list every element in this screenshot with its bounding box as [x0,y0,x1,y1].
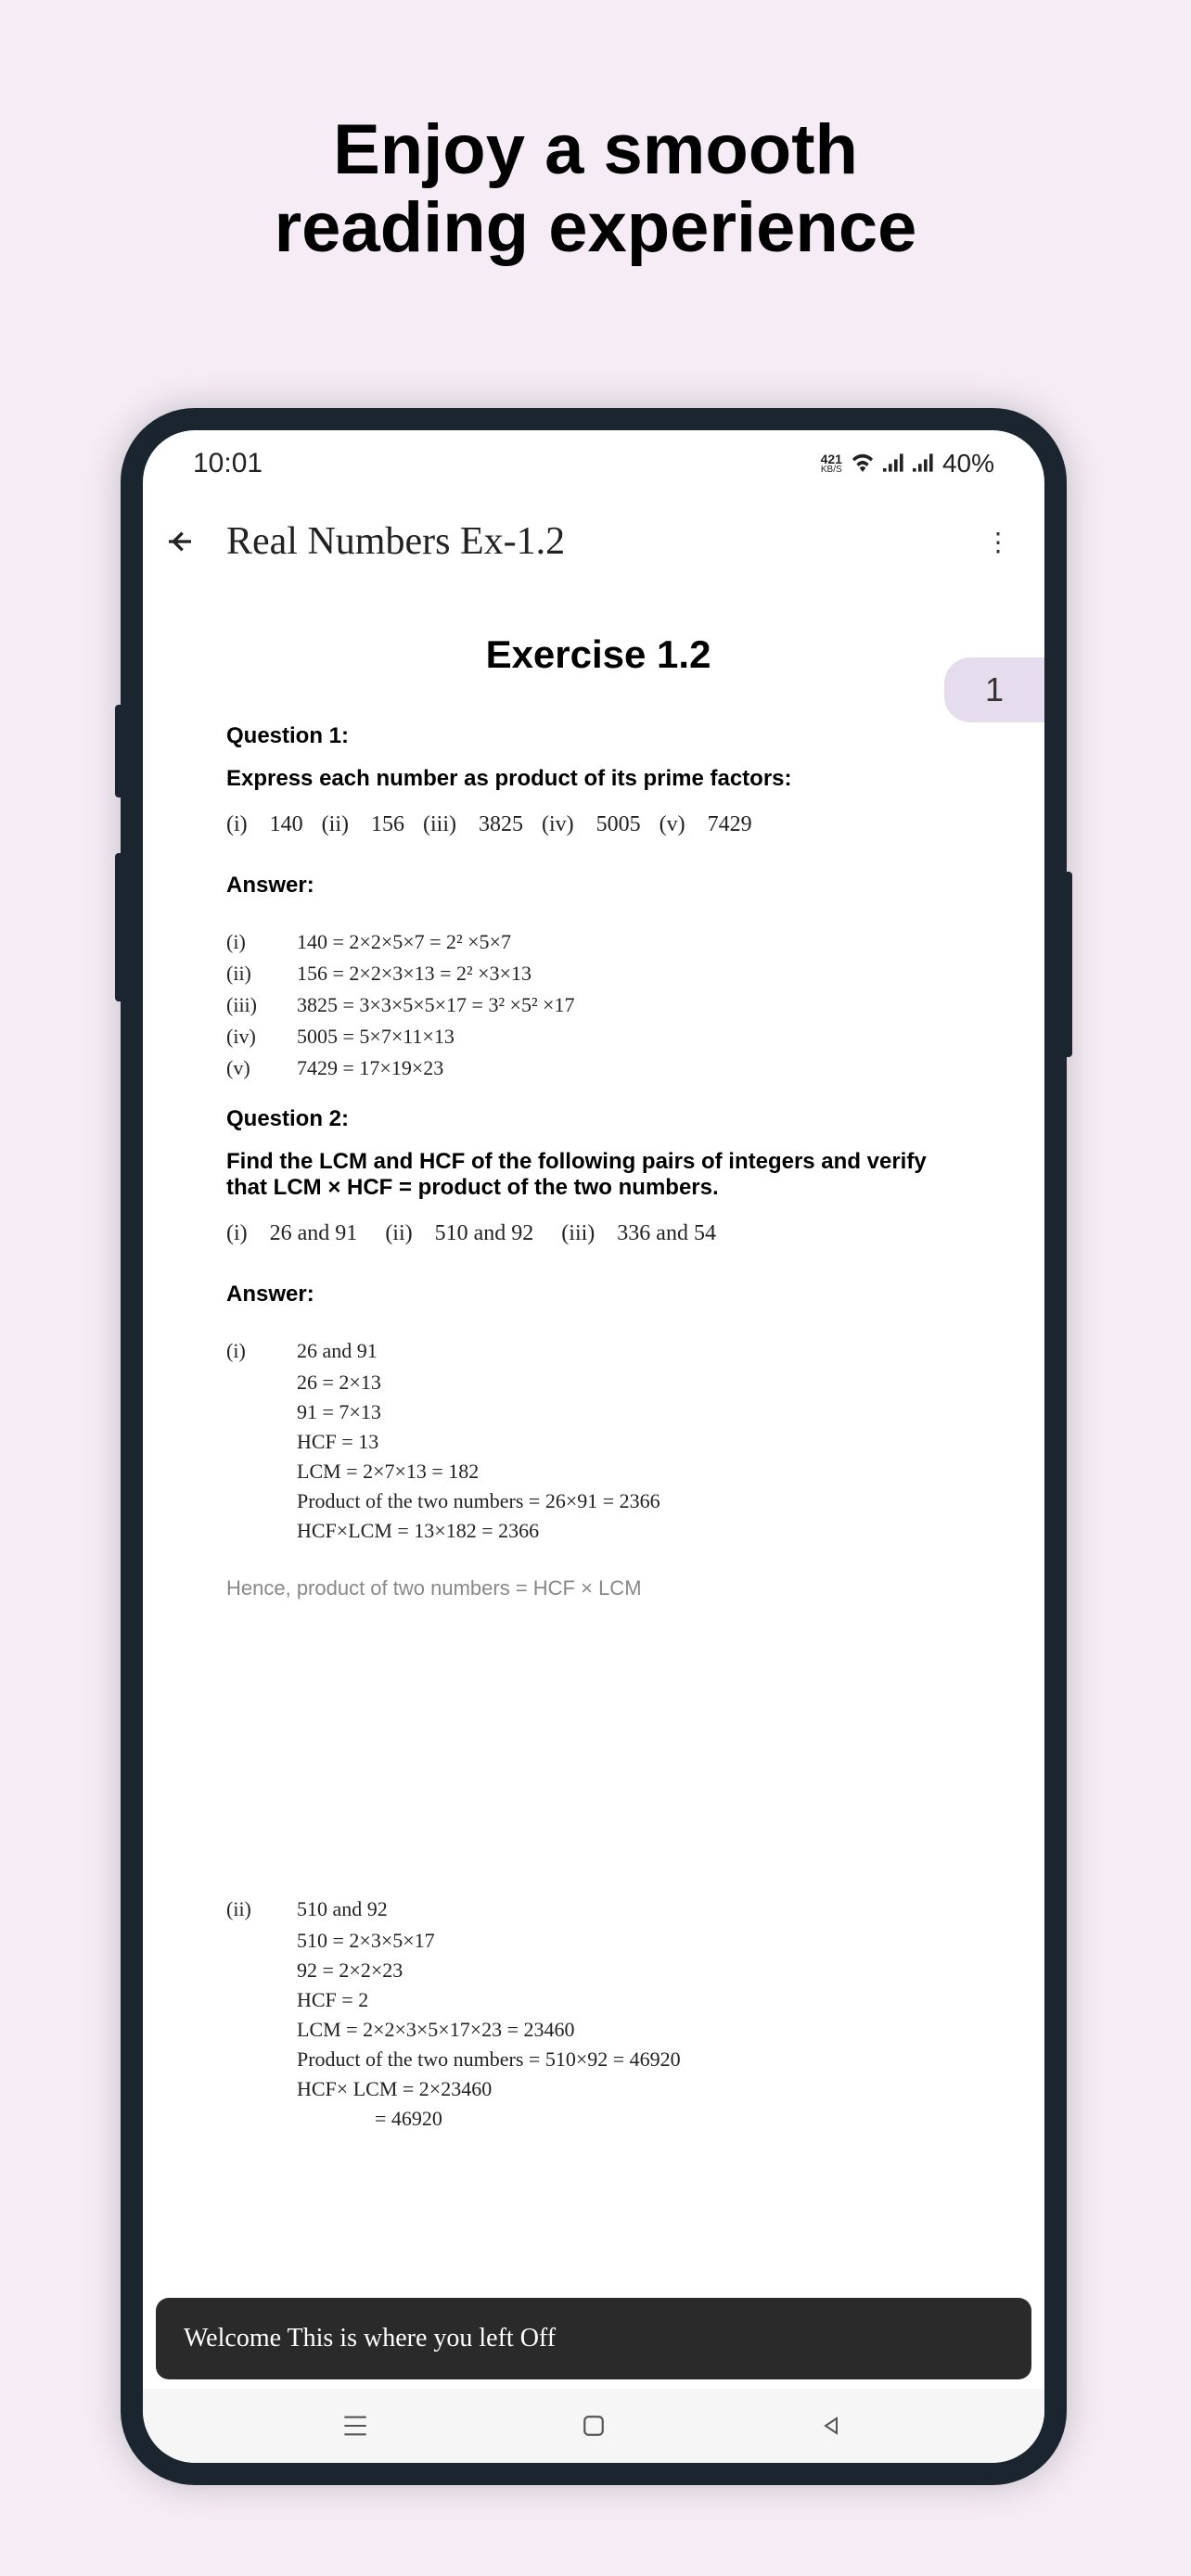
question-1-text: Express each number as product of its pr… [226,766,970,792]
question-2-items: (i)26 and 91 (ii)510 and 92 (iii)336 and… [226,1221,970,1246]
question-2-text: Find the LCM and HCF of the following pa… [226,1149,970,1201]
signal-icon [883,449,905,478]
battery-text: 40% [942,449,994,478]
phone-frame: 10:01 421 KB/S 40% [121,408,1067,2485]
answer-1-label: Answer: [226,873,970,899]
status-time: 10:01 [193,448,263,479]
hero-title: Enjoy a smooth reading experience [0,0,1191,266]
question-1-items: (i)140 (ii)156 (iii)3825 (iv)5005 (v)742… [226,812,970,837]
power-button [1065,872,1072,1057]
exercise-title: Exercise 1.2 [226,632,970,677]
verification-note: Hence, product of two numbers = HCF × LC… [226,1576,970,1600]
back-button[interactable] [161,523,198,560]
wifi-icon [850,449,876,478]
volume-button [115,853,122,1001]
toast-message: Welcome This is where you left Off [156,2298,1031,2379]
question-2-label: Question 2: [226,1106,970,1132]
more-button[interactable]: ⋮ [989,523,1026,560]
status-bar: 10:01 421 KB/S 40% [143,430,1044,497]
app-header: Real Numbers Ex-1.2 ⋮ [143,497,1044,586]
signal-icon-2 [913,449,935,478]
volume-button [115,705,122,797]
answer-2-label: Answer: [226,1282,970,1307]
answer-1-block: (i)140 = 2×2×5×7 = 2² ×5×7 (ii)156 = 2×2… [226,930,970,1080]
page-title: Real Numbers Ex-1.2 [226,519,961,564]
page-number-badge: 1 [944,657,1044,722]
phone-screen: 10:01 421 KB/S 40% [143,430,1044,2463]
status-right: 421 KB/S 40% [821,449,994,478]
answer-2ii-block: (ii)510 and 92 510 = 2×3×5×17 92 = 2×2×2… [226,1897,970,2131]
back-nav-button[interactable] [815,2409,849,2442]
navigation-bar [143,2389,1044,2463]
home-button[interactable] [577,2409,610,2442]
recent-apps-button[interactable] [339,2409,372,2442]
network-speed-icon: 421 KB/S [821,453,842,475]
content-area[interactable]: Exercise 1.2 Question 1: Express each nu… [143,586,1044,2131]
question-1-label: Question 1: [226,723,970,749]
answer-2i-block: (i)26 and 91 26 = 2×13 91 = 7×13 HCF = 1… [226,1339,970,1543]
